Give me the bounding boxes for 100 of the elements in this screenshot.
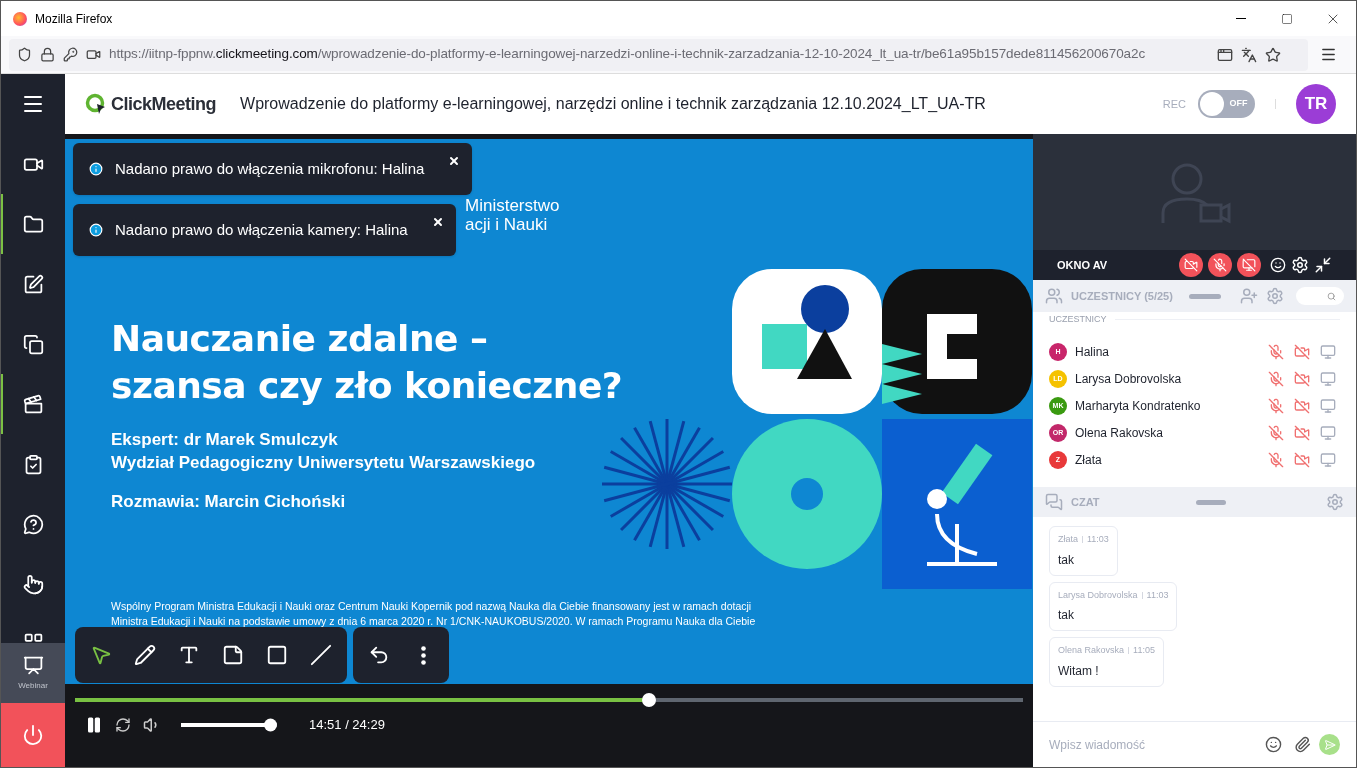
participant-name: Olena Rakovska (1075, 425, 1164, 442)
line-icon (310, 644, 332, 666)
bookmark-star-icon[interactable] (1265, 46, 1281, 63)
toast-text: Nadano prawo do włączenia kamery: Halina (115, 219, 408, 240)
user-avatar[interactable]: TR (1296, 84, 1336, 124)
hand-pointer-icon (22, 573, 44, 595)
slide-text: Ministerstwo (465, 196, 560, 215)
question-icon (22, 513, 44, 535)
info-icon (89, 223, 103, 237)
menu-icon (1319, 46, 1337, 63)
message-input[interactable]: Wpisz wiadomość (1049, 735, 1265, 754)
pause-icon (85, 715, 103, 734)
media-icon (22, 393, 44, 415)
message-time: 11:05 (1133, 644, 1155, 657)
slide-title: szansa czy zło konieczne? (111, 364, 623, 408)
window-title: Mozilla Firefox (35, 10, 113, 28)
camera-off-icon (1294, 398, 1310, 414)
attach-icon[interactable] (1294, 736, 1311, 753)
monitor-icon (1320, 371, 1336, 387)
shield-icon[interactable] (17, 47, 32, 62)
drag-handle[interactable] (1188, 293, 1221, 299)
camera-off-button[interactable] (1294, 452, 1310, 468)
microphone-off-icon (1213, 258, 1227, 272)
camera-toggle[interactable] (1179, 253, 1203, 277)
permissions-icon[interactable] (63, 47, 78, 62)
sidebar-item[interactable]: Webinar (1, 643, 65, 703)
meeting-title: Wprowadzenie do platformy e-learningowej, narzędzi online i technik zarządzania 12.10.2024_LT_UA-TR (240, 94, 986, 114)
message-text: tak (1058, 551, 1075, 569)
pencil-icon (134, 644, 156, 666)
participant-name: Larysa Dobrovolska (1075, 371, 1182, 388)
address-bar[interactable]: https://iitnp-fppnw.clickmeeting.com/wprowadzenie-do-platformy-e-learningowej-narzedzi-online-i-technik-zarzadzania-12-10-2024_lt_ua-tr/be61a95b157dede811456200670a2c (9, 38, 1308, 71)
camera-off-icon (1294, 452, 1310, 468)
message-text: Witam ! (1058, 662, 1100, 680)
search-field[interactable] (1296, 287, 1344, 305)
progress-thumb[interactable] (641, 693, 656, 707)
chat-icon (1045, 493, 1063, 511)
camera-off-button[interactable] (1294, 398, 1310, 414)
playback-time: 14:51 / 24:29 (309, 716, 385, 734)
microphone-off-button[interactable] (1268, 425, 1284, 441)
lock-icon[interactable] (40, 47, 55, 62)
search-icon (1327, 291, 1336, 301)
close-icon[interactable] (448, 155, 461, 167)
close-icon[interactable] (431, 216, 444, 228)
microphone-off-icon (1268, 452, 1284, 468)
drag-handle[interactable] (1195, 499, 1226, 505)
volume-thumb[interactable] (263, 718, 277, 732)
monitor-icon (1320, 452, 1336, 468)
menu-button[interactable] (1, 74, 65, 134)
microphone-toggle[interactable] (1208, 253, 1232, 277)
microphone-off-icon (1268, 344, 1284, 360)
section-label: UCZESTNICY (1049, 313, 1107, 326)
reader-view-icon[interactable] (1217, 46, 1233, 63)
slide-text: Rozmawia: Marcin Cichoński (111, 491, 347, 513)
firefox-logo-icon (13, 11, 27, 26)
slide-text: Ekspert: dr Marek Smulczyk (111, 429, 339, 451)
slide-text: acji i Nauki (465, 215, 549, 234)
participant-name: Złata (1075, 452, 1102, 469)
microphone-off-button[interactable] (1268, 371, 1284, 387)
send-icon (1323, 738, 1336, 751)
pause-button[interactable] (85, 715, 103, 734)
more-icon (420, 645, 426, 665)
slide-text: Wydział Pedagogiczny Uniwersytetu Warszawskiego (111, 452, 536, 474)
camera-icon[interactable] (86, 47, 101, 62)
undo-icon (368, 644, 390, 666)
camera-off-button[interactable] (1294, 425, 1310, 441)
slide-title: Nauczanie zdalne – (111, 317, 489, 361)
camera-off-icon (1184, 258, 1198, 272)
participants-title: UCZESTNICY (5/25) (1071, 288, 1173, 304)
power-icon (22, 724, 44, 746)
rec-label: REC (1162, 96, 1186, 112)
slide-footnote: Wspólny Program Ministra Edukacji i Nauki oraz Centrum Nauki Kopernik pod nazwą Nauka dla Ciebie finansowany jest w ramach dotacji (111, 599, 753, 614)
screen-share-toggle[interactable] (1237, 253, 1261, 277)
clickmeeting-logo: ClickMeeting (85, 90, 217, 118)
refresh-icon (115, 716, 131, 733)
monitor-icon (1320, 398, 1336, 414)
text-icon (178, 644, 200, 666)
message-text: tak (1058, 607, 1075, 624)
square-icon (266, 644, 288, 666)
monitor-icon (1320, 425, 1336, 441)
camera-off-button[interactable] (1294, 344, 1310, 360)
message-author: Olena Rakovska (1058, 644, 1125, 657)
microphone-off-button[interactable] (1268, 398, 1284, 414)
info-icon (89, 162, 103, 176)
minimize-panel-icon[interactable] (1314, 256, 1332, 274)
translate-icon[interactable] (1241, 46, 1257, 63)
message-time: 11:03 (1087, 533, 1109, 546)
microphone-off-button[interactable] (1268, 452, 1284, 468)
microphone-off-icon (1268, 371, 1284, 387)
replay-button[interactable] (115, 716, 131, 733)
camera-off-icon (1294, 371, 1310, 387)
microphone-off-icon (1268, 425, 1284, 441)
screens-icon (22, 333, 44, 355)
microphone-off-button[interactable] (1268, 344, 1284, 360)
camera-off-button[interactable] (1294, 371, 1310, 387)
camera-off-icon (1294, 344, 1310, 360)
emoji-icon[interactable] (1265, 736, 1282, 753)
chat-title: CZAT (1071, 494, 1100, 510)
edit-icon (22, 273, 44, 295)
message-time: 11:03 (1146, 588, 1169, 602)
pointer-icon (90, 644, 112, 666)
